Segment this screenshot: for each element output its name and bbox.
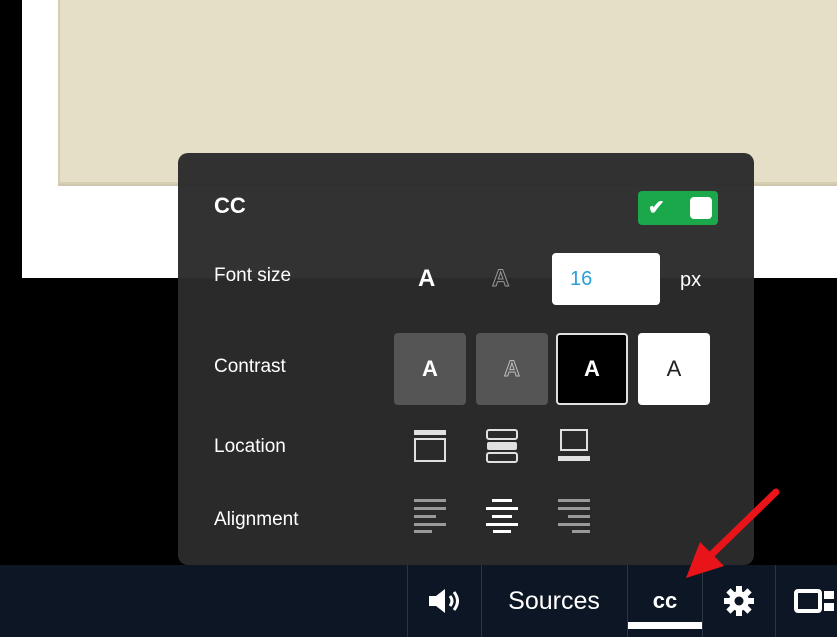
contrast-label: Contrast	[214, 356, 286, 377]
picture-in-picture-icon	[794, 589, 834, 613]
captions-toggle[interactable]: ✔	[638, 191, 718, 225]
location-label: Location	[214, 436, 286, 457]
gear-icon	[724, 586, 754, 616]
captions-settings-panel: CC ✔ Font size A A px Contrast A A A A L…	[178, 153, 754, 565]
alignment-label: Alignment	[214, 509, 299, 530]
align-left-icon[interactable]	[412, 497, 448, 535]
font-size-input[interactable]	[552, 253, 660, 305]
font-size-unit: px	[680, 269, 702, 291]
panel-title: CC	[214, 193, 246, 218]
picture-in-picture-button[interactable]	[776, 565, 837, 637]
check-icon: ✔	[648, 197, 665, 219]
location-middle-icon[interactable]	[484, 428, 520, 464]
location-bottom-icon[interactable]	[556, 428, 592, 464]
annotation-arrow-icon	[686, 488, 780, 578]
align-center-icon[interactable]	[484, 497, 520, 535]
font-size-outline-option[interactable]: A	[491, 265, 509, 293]
align-right-icon[interactable]	[556, 497, 592, 535]
volume-button[interactable]	[408, 565, 481, 637]
location-top-icon[interactable]	[412, 428, 448, 464]
toggle-knob	[690, 197, 712, 219]
volume-icon	[428, 589, 459, 613]
font-size-solid-option[interactable]: A	[418, 265, 435, 293]
cc-active-indicator	[628, 622, 702, 629]
contrast-option-gray-solid[interactable]: A	[394, 333, 466, 405]
font-size-label: Font size	[214, 265, 292, 286]
contrast-option-gray-outline[interactable]: A	[476, 333, 548, 405]
sources-button[interactable]: Sources	[482, 565, 626, 637]
contrast-option-white[interactable]: A	[638, 333, 710, 405]
contrast-option-black[interactable]: A	[556, 333, 628, 405]
